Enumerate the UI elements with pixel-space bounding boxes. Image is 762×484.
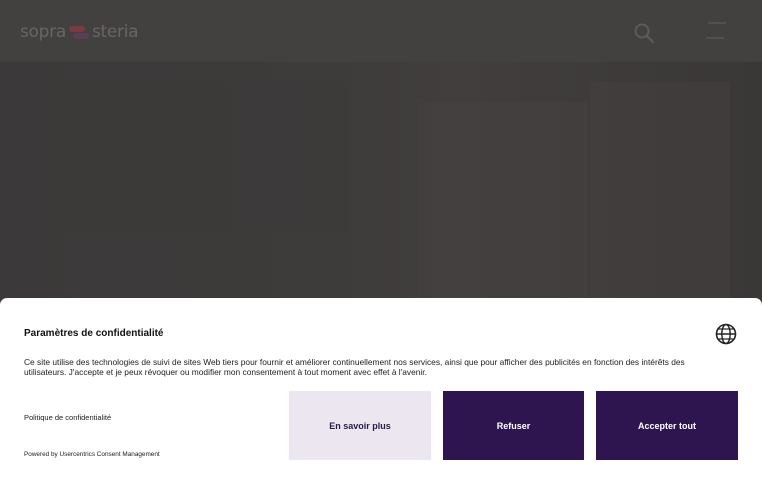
- refuse-button[interactable]: Refuser: [443, 391, 584, 460]
- site-header: sopra steria: [0, 0, 762, 62]
- accept-all-button[interactable]: Accepter tout: [596, 391, 738, 460]
- learn-more-button[interactable]: En savoir plus: [289, 391, 431, 460]
- logo-text-steria: steria: [91, 22, 139, 42]
- consent-title: Paramètres de confidentialité: [24, 328, 164, 339]
- powered-by-text: Powered by Usercentrics Consent Manageme…: [24, 451, 160, 458]
- hero-background-image: [0, 62, 762, 302]
- consent-description: Ce site utilise des technologies de suiv…: [24, 357, 685, 377]
- cookie-consent-banner: Paramètres de confidentialité Ce site ut…: [0, 298, 762, 484]
- logo-text-sopra: sopra: [20, 22, 66, 42]
- search-icon[interactable]: [633, 22, 655, 44]
- globe-icon[interactable]: [715, 323, 737, 345]
- privacy-policy-link[interactable]: Politique de confidentialité: [24, 413, 111, 422]
- hamburger-menu-icon[interactable]: [706, 22, 726, 40]
- logo-mark-icon: [68, 24, 89, 40]
- sopra-steria-logo[interactable]: sopra steria: [20, 20, 139, 44]
